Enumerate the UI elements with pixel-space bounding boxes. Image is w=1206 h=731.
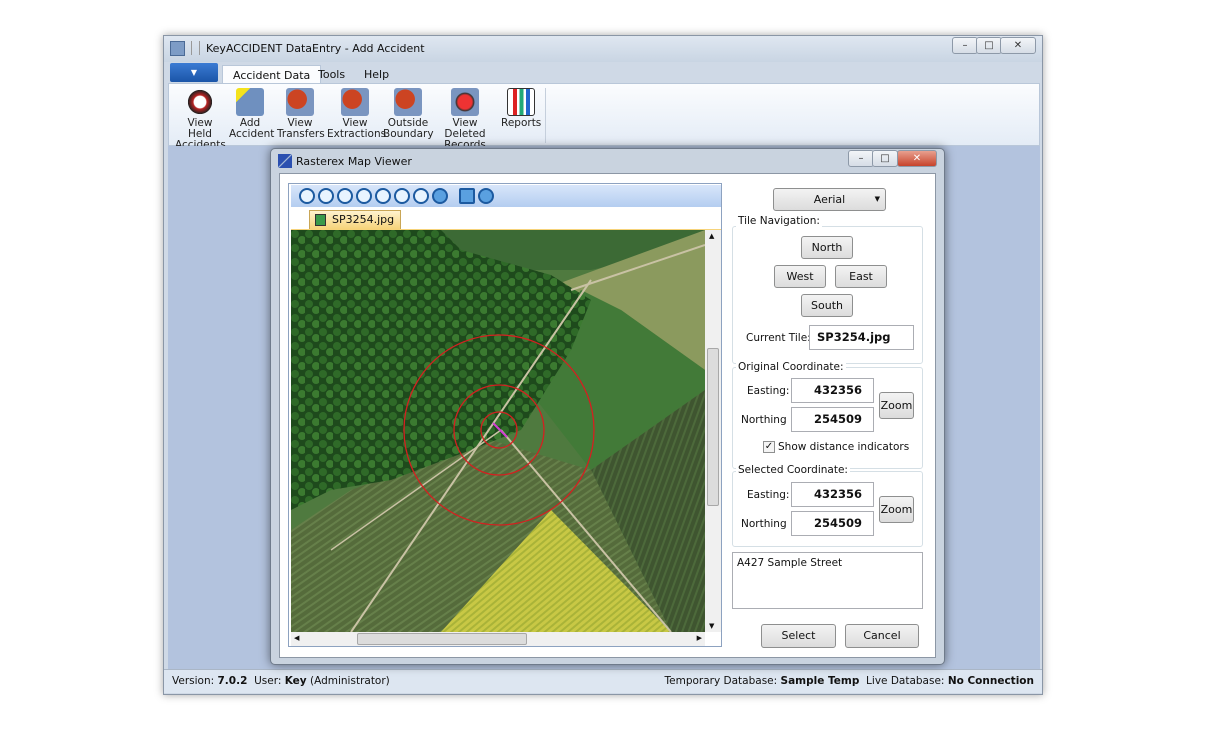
horizontal-scrollbar[interactable]: ◀ ▶	[291, 632, 705, 646]
scroll-up-arrow[interactable]: ▲	[709, 232, 714, 240]
reports-icon	[507, 88, 535, 116]
map-type-dropdown[interactable]: Aerial ▼	[773, 188, 886, 211]
snapshot-icon[interactable]	[459, 188, 475, 204]
scroll-right-arrow[interactable]: ▶	[697, 634, 702, 642]
map-viewer-dialog: Rasterex Map Viewer – □ ✕ SP3254.jpg ▲ ▼…	[270, 148, 945, 665]
zoom-extents-icon[interactable]	[394, 188, 410, 204]
tile-navigation-label: Tile Navigation:	[736, 215, 822, 227]
title-bar: KeyACCIDENT DataEntry - Add Accident – □…	[164, 36, 1042, 62]
ribbon: View Held Accidents Add Accident View Trans…	[168, 83, 1040, 151]
transfers-icon	[286, 88, 314, 116]
close-button[interactable]: ✕	[1000, 37, 1036, 54]
selected-northing-field[interactable]: 254509	[791, 511, 874, 536]
east-button[interactable]: East	[835, 265, 887, 288]
selected-zoom-button[interactable]: Zoom	[879, 496, 914, 523]
held-accidents-icon	[186, 88, 214, 116]
show-distance-label[interactable]: Show distance indicators	[778, 441, 909, 453]
home-icon[interactable]	[478, 188, 494, 204]
current-tile-label: Current Tile:	[746, 332, 811, 344]
tab-help[interactable]: Help	[354, 65, 399, 85]
view-held-accidents-button[interactable]: View Held Accidents	[175, 88, 226, 151]
window-title: KeyACCIDENT DataEntry - Add Accident	[206, 42, 425, 55]
reports-button[interactable]: Reports	[501, 88, 541, 129]
add-accident-button[interactable]: Add Accident	[229, 88, 274, 140]
image-file-icon	[315, 214, 326, 226]
current-tile-field[interactable]: SP3254.jpg	[809, 325, 914, 350]
original-coordinate-label: Original Coordinate:	[736, 361, 846, 373]
outside-boundary-button[interactable]: Outside Boundary	[383, 88, 434, 140]
file-tab[interactable]: SP3254.jpg	[309, 210, 402, 229]
viewer-app-icon	[278, 154, 292, 168]
selected-northing-label: Northing	[741, 518, 787, 530]
show-distance-checkbox[interactable]: ✓	[763, 441, 775, 453]
add-accident-icon	[236, 88, 264, 116]
zoom-window-icon[interactable]	[299, 188, 315, 204]
tab-accident-data[interactable]: Accident Data	[222, 65, 322, 85]
zoom-actual-icon[interactable]	[318, 188, 334, 204]
status-bar: Version: 7.0.2 User: Key (Administrator)…	[164, 669, 1042, 693]
maximize-button[interactable]: □	[976, 37, 1002, 54]
original-easting-field[interactable]: 432356	[791, 378, 874, 403]
cancel-button[interactable]: Cancel	[845, 624, 919, 648]
north-button[interactable]: North	[801, 236, 853, 259]
original-northing-label: Northing	[741, 414, 787, 426]
selected-coordinate-label: Selected Coordinate:	[736, 464, 850, 476]
original-easting-label: Easting:	[747, 385, 790, 397]
app-icon	[170, 41, 185, 56]
file-tab-label: SP3254.jpg	[332, 213, 395, 226]
original-northing-field[interactable]: 254509	[791, 407, 874, 432]
horizontal-scroll-thumb[interactable]	[357, 633, 527, 645]
original-zoom-button[interactable]: Zoom	[879, 392, 914, 419]
selected-easting-field[interactable]: 432356	[791, 482, 874, 507]
view-extractions-button[interactable]: View Extractions	[327, 88, 386, 140]
south-button[interactable]: South	[801, 294, 853, 317]
map-toolbar	[291, 185, 721, 207]
view-deleted-records-button[interactable]: View Deleted Records	[433, 88, 497, 151]
dialog-title: Rasterex Map Viewer	[296, 155, 412, 168]
aerial-map[interactable]	[291, 230, 705, 632]
vertical-scroll-thumb[interactable]	[707, 348, 719, 506]
zoom-area-icon[interactable]	[413, 188, 429, 204]
application-menu-button[interactable]: ▼	[170, 63, 218, 82]
selected-easting-label: Easting:	[747, 489, 790, 501]
dialog-minimize-button[interactable]: –	[848, 150, 874, 167]
zoom-in-icon[interactable]	[337, 188, 353, 204]
select-button[interactable]: Select	[761, 624, 836, 648]
zoom-out-icon[interactable]	[356, 188, 372, 204]
minimize-button[interactable]: –	[952, 37, 978, 54]
scroll-left-arrow[interactable]: ◀	[294, 634, 299, 642]
pan-hand-icon[interactable]	[432, 188, 448, 204]
address-textarea[interactable]: A427 Sample Street	[732, 552, 923, 609]
dialog-close-button[interactable]: ✕	[897, 150, 937, 167]
outside-boundary-icon	[394, 88, 422, 116]
ribbon-tabs: ▼ Accident Data Tools Help	[168, 62, 1040, 85]
tab-tools[interactable]: Tools	[308, 65, 355, 85]
extractions-icon	[341, 88, 369, 116]
version-info: Version: 7.0.2 User: Key (Administrator)	[172, 675, 390, 687]
dropdown-arrow-icon: ▼	[874, 195, 880, 203]
deleted-records-icon	[451, 88, 479, 116]
database-info: Temporary Database: Sample Temp Live Dat…	[664, 675, 1034, 687]
view-transfers-button[interactable]: View Transfers	[277, 88, 325, 140]
dialog-maximize-button[interactable]: □	[872, 150, 898, 167]
map-panel: SP3254.jpg ▲ ▼ ◀ ▶	[288, 183, 722, 647]
zoom-fit-icon[interactable]	[375, 188, 391, 204]
west-button[interactable]: West	[774, 265, 826, 288]
vertical-scrollbar[interactable]: ▲ ▼	[705, 230, 721, 632]
scroll-down-arrow[interactable]: ▼	[709, 622, 714, 630]
dialog-content: SP3254.jpg ▲ ▼ ◀ ▶ Aerial ▼ Tile Navigat…	[279, 173, 936, 658]
